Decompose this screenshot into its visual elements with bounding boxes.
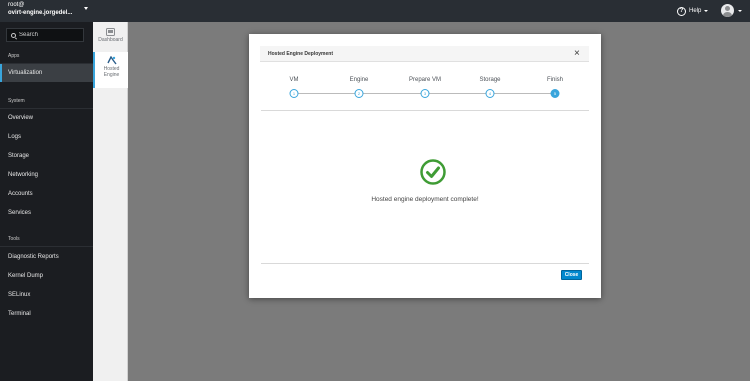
sidebar-item-networking[interactable]: Networking [0, 166, 93, 184]
step-dot-storage: 4 [485, 89, 495, 98]
search-input[interactable] [19, 32, 79, 38]
sidebar-item-virtualization[interactable]: Virtualization [0, 64, 93, 82]
sidebar-item-kernel-dump[interactable]: Kernel Dump [0, 267, 93, 285]
app-rail: Dashboard Hosted Engine [93, 22, 128, 381]
step-label-prepare-vm: Prepare VM [408, 77, 442, 83]
chevron-down-icon [704, 10, 709, 12]
section-heading-system: System [8, 98, 25, 104]
sidebar-item-services[interactable]: Services [0, 204, 93, 222]
rail-label-dashboard: Dashboard [98, 37, 123, 43]
close-icon[interactable]: × [574, 49, 580, 59]
step-dot-prepare-vm: 3 [420, 89, 430, 98]
section-heading-apps: Apps [8, 53, 20, 59]
section-heading-tools: Tools [8, 236, 20, 242]
host-user: root@ [8, 2, 25, 8]
close-button[interactable]: Close [561, 270, 582, 280]
sidebar-item-terminal[interactable]: Terminal [0, 305, 93, 323]
search-icon [11, 32, 16, 38]
chevron-down-icon [738, 9, 742, 12]
step-label-vm: VM [289, 77, 299, 83]
step-dot-engine: 2 [354, 89, 364, 98]
step-dot-finish: 5 [550, 89, 560, 98]
modal-title: Hosted Engine Deployment [268, 51, 334, 57]
avatar [721, 4, 734, 17]
sidebar-item-selinux[interactable]: SELinux [0, 286, 93, 304]
sidebar-item-accounts[interactable]: Accounts [0, 185, 93, 203]
sidebar-item-storage[interactable]: Storage [0, 147, 93, 165]
rail-item-dashboard[interactable]: Dashboard [93, 28, 128, 43]
sidebar-item-diagnostic-reports[interactable]: Diagnostic Reports [0, 248, 93, 266]
help-label: Help [689, 8, 702, 14]
dashboard-icon [106, 28, 115, 36]
top-bar: root@ ovirt-engine.jorgedel... ? Help [0, 0, 750, 22]
sidebar: Apps Virtualization System Overview Logs… [0, 22, 93, 381]
step-dot-vm: 1 [289, 89, 299, 98]
rail-item-hosted-engine[interactable]: Hosted Engine [93, 52, 128, 88]
modal-footer-divider [261, 263, 589, 264]
host-name: ovirt-engine.jorgedel... [8, 10, 73, 16]
rail-label-engine: Engine [103, 72, 120, 78]
sidebar-item-overview[interactable]: Overview [0, 109, 93, 127]
modal-header: Hosted Engine Deployment [260, 46, 589, 62]
chevron-down-icon [84, 7, 88, 10]
search-box[interactable] [6, 28, 84, 42]
host-switcher[interactable]: root@ ovirt-engine.jorgedel... [0, 0, 93, 22]
completion-message: Hosted engine deployment complete! [371, 196, 479, 203]
help-menu[interactable]: ? Help [677, 6, 709, 16]
check-circle-icon [420, 159, 446, 185]
step-label-engine: Engine [349, 77, 369, 83]
hosted-engine-icon [106, 56, 117, 65]
question-circle-icon: ? [677, 6, 686, 16]
divider [0, 246, 93, 247]
step-label-storage: Storage [479, 77, 501, 83]
modal-divider [261, 110, 589, 111]
step-label-finish: Finish [546, 77, 564, 83]
user-menu[interactable] [721, 4, 742, 17]
sidebar-item-logs[interactable]: Logs [0, 128, 93, 146]
